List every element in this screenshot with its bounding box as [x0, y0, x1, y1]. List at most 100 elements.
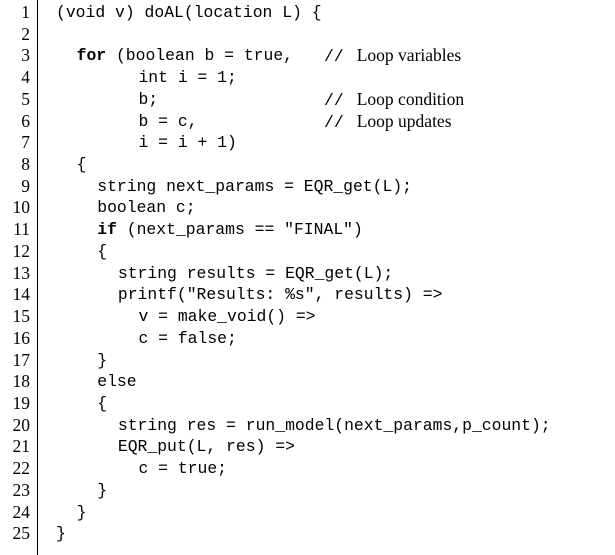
- line-number: 21: [12, 436, 31, 457]
- code-listing: 1 (void v) doAL(location L) { 2 3 for (boole…: [0, 0, 615, 555]
- code-text: i = i + 1): [138, 132, 236, 154]
- comment-text: Loop condition: [356, 88, 465, 109]
- line-number: 2: [21, 23, 30, 44]
- code-text: int i = 1;: [138, 67, 236, 89]
- code-line: 3 for (boolean b = true, // Loop variables: [0, 45, 615, 67]
- code-text: }: [97, 480, 107, 502]
- code-text: (void v) doAL(location L) {: [56, 2, 322, 24]
- code-line: 12 {: [0, 241, 615, 263]
- code-line: 6 b = c, // Loop updates: [0, 111, 615, 133]
- line-number: 13: [12, 262, 31, 283]
- line-number: 24: [12, 501, 31, 522]
- code-text: boolean c;: [97, 197, 195, 219]
- code-text: c = true;: [138, 458, 227, 480]
- code-text-body: }: [97, 480, 108, 500]
- code-line: 13 string results = EQR_get(L);: [0, 263, 615, 285]
- code-text-body: string res = run_model(next_params,p_cou…: [117, 415, 551, 435]
- code-text-body: EQR_put(L, res) =>: [117, 437, 295, 457]
- code-comment: // Loop variables: [324, 45, 461, 68]
- code-comment: // Loop condition: [324, 89, 464, 112]
- code-text-body: {: [97, 393, 108, 413]
- code-text: {: [97, 241, 107, 263]
- line-number: 22: [12, 458, 31, 479]
- comment-text: Loop updates: [356, 110, 452, 131]
- code-text-body: {: [97, 241, 108, 261]
- code-text-body: b = c,: [138, 111, 198, 131]
- line-number: 9: [21, 175, 30, 196]
- code-text-body: }: [76, 502, 87, 522]
- comment-text: Loop variables: [356, 45, 462, 66]
- code-text: c = false;: [138, 328, 236, 350]
- line-number: 1: [21, 2, 30, 22]
- code-text: {: [77, 154, 87, 176]
- code-line: 20 string res = run_model(next_params,p_c…: [0, 415, 615, 437]
- code-text-body: string next_params = EQR_get(L);: [97, 176, 412, 196]
- code-line: 9 string next_params = EQR_get(L);: [0, 176, 615, 198]
- code-text: printf("Results: %s", results) =>: [118, 284, 443, 306]
- code-text-body: v = make_void() =>: [138, 307, 316, 327]
- code-text-body: }: [97, 350, 108, 370]
- code-text: string res = run_model(next_params,p_cou…: [118, 415, 551, 437]
- code-text: string results = EQR_get(L);: [118, 263, 393, 285]
- code-text: EQR_put(L, res) =>: [118, 436, 295, 458]
- code-text-body: string results = EQR_get(L);: [117, 263, 394, 283]
- line-number: 20: [12, 414, 31, 435]
- code-line: 4 int i = 1;: [0, 67, 615, 89]
- code-text: {: [97, 393, 107, 415]
- line-number: 7: [21, 132, 30, 153]
- code-text: else: [97, 371, 136, 393]
- code-line: 18 else: [0, 371, 615, 393]
- line-number: 17: [12, 349, 31, 370]
- comment-marker: //: [324, 47, 344, 67]
- code-line: 25}: [0, 523, 615, 545]
- code-text-body: else: [97, 372, 137, 392]
- line-number: 10: [12, 197, 31, 218]
- code-line: 14 printf("Results: %s", results) =>: [0, 284, 615, 306]
- code-text: b = c,: [138, 111, 197, 133]
- code-text-body: boolean c;: [97, 198, 196, 218]
- code-comment: // Loop updates: [324, 111, 451, 134]
- code-line: 24}: [0, 502, 615, 524]
- code-text-body: (boolean b = true,: [106, 46, 294, 66]
- code-line: 19 {: [0, 393, 615, 415]
- comment-marker: //: [324, 112, 344, 132]
- code-line: 7 i = i + 1): [0, 132, 615, 154]
- code-line: 22 c = true;: [0, 458, 615, 480]
- code-text: b;: [138, 89, 158, 111]
- line-number: 15: [12, 306, 31, 327]
- code-line: 17}: [0, 350, 615, 372]
- line-number: 16: [12, 327, 31, 348]
- code-line: 23}: [0, 480, 615, 502]
- code-text: v = make_void() =>: [138, 306, 315, 328]
- line-number: 18: [12, 371, 31, 392]
- line-number: 5: [21, 88, 30, 109]
- line-number: 19: [12, 392, 31, 413]
- code-text: }: [56, 523, 66, 545]
- code-text-body: (next_params == "FINAL"): [116, 220, 363, 240]
- code-text: string next_params = EQR_get(L);: [97, 176, 412, 198]
- line-number: 25: [12, 523, 31, 544]
- line-number: 3: [21, 45, 30, 66]
- code-line: 5 b; // Loop condition: [0, 89, 615, 111]
- code-text-body: }: [56, 524, 66, 544]
- code-line: 2: [0, 24, 615, 46]
- code-line: 8{: [0, 154, 615, 176]
- code-line: 1 (void v) doAL(location L) {: [0, 2, 615, 24]
- line-number: 23: [12, 479, 31, 500]
- line-number: 12: [12, 240, 31, 261]
- code-line: 16 c = false;: [0, 328, 615, 350]
- line-number: 14: [12, 284, 31, 305]
- code-text: }: [97, 350, 107, 372]
- code-text-body: c = true;: [138, 459, 227, 479]
- code-line: 15 v = make_void() =>: [0, 306, 615, 328]
- code-text-body: (void v) doAL(location L) {: [56, 3, 322, 22]
- code-line: 10 boolean c;: [0, 197, 615, 219]
- code-text-body: {: [76, 155, 87, 175]
- comment-marker: //: [324, 90, 344, 110]
- line-number: 6: [21, 110, 30, 131]
- code-text-body: int i = 1;: [138, 68, 237, 88]
- code-text: for (boolean b = true,: [77, 45, 293, 67]
- line-number: 8: [21, 154, 30, 175]
- keyword: for: [76, 46, 107, 66]
- code-lines-container: 1 (void v) doAL(location L) { 2 3 for (boole…: [0, 2, 615, 545]
